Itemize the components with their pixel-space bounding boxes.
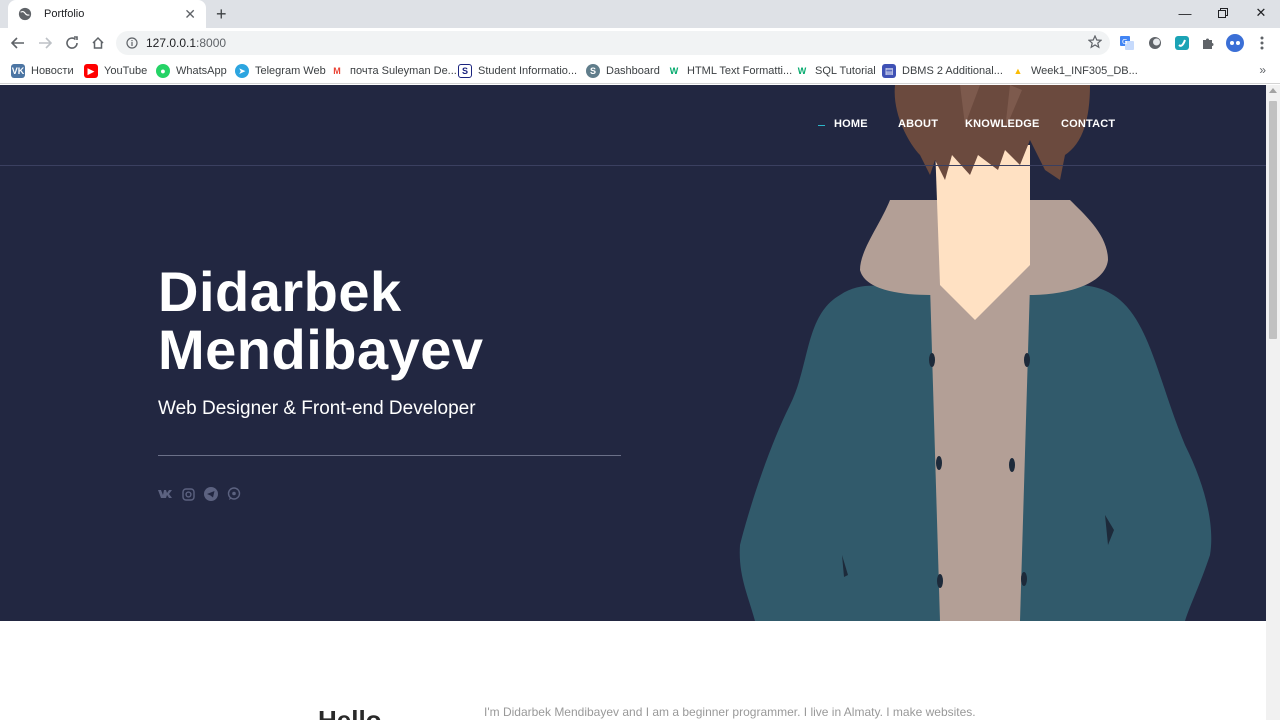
close-tab-icon[interactable]: ✕ <box>184 7 196 21</box>
puzzle-icon[interactable] <box>1199 34 1217 52</box>
w3schools-icon: W <box>667 64 681 78</box>
hero-name: Didarbek Mendibayev <box>158 263 484 379</box>
page-viewport: HOME ABOUT KNOWLEDGE CONTACT Didarbek Me… <box>0 85 1266 720</box>
nav-home[interactable]: HOME <box>834 118 868 130</box>
home-button[interactable] <box>88 33 108 53</box>
w3schools-icon: W <box>795 64 809 78</box>
translate-extension-icon[interactable]: G <box>1118 34 1136 52</box>
about-title: Hello <box>318 705 382 720</box>
tab-strip: Portfolio ✕ + — ✕ <box>0 0 1280 28</box>
restore-button[interactable] <box>1204 0 1242 26</box>
hero-section: HOME ABOUT KNOWLEDGE CONTACT Didarbek Me… <box>0 85 1266 621</box>
google-drive-icon: ▲ <box>1011 64 1025 78</box>
reload-icon <box>66 36 78 49</box>
restore-icon <box>1218 8 1228 18</box>
bookmark-item[interactable]: ➤ Telegram Web <box>235 63 326 79</box>
arrow-left-icon <box>11 37 24 49</box>
whatsapp-icon: ● <box>156 64 170 78</box>
bookmark-item[interactable]: ▤ DBMS 2 Additional... <box>882 63 1003 79</box>
bookmark-item[interactable]: ▲ Week1_INF305_DB... <box>1011 63 1138 79</box>
nav-about[interactable]: ABOUT <box>898 118 938 130</box>
bookmark-item[interactable]: W HTML Text Formatti... <box>667 63 792 79</box>
more-bookmarks-button[interactable]: » <box>1259 63 1266 77</box>
bookmark-item[interactable]: Mпочта Suleyman De... <box>330 63 457 79</box>
gmail-icon: M <box>330 64 344 78</box>
tab-title: Portfolio <box>44 8 85 20</box>
more-vert-icon[interactable] <box>1253 34 1271 52</box>
telegram-icon[interactable] <box>204 487 218 501</box>
scrollbar-thumb[interactable] <box>1269 101 1277 339</box>
bookmark-item[interactable]: S Student Informatio... <box>458 63 577 79</box>
nav-knowledge[interactable]: KNOWLEDGE <box>965 118 1040 130</box>
bookmark-item[interactable]: ● WhatsApp <box>156 63 227 79</box>
arrow-right-icon <box>39 37 52 49</box>
hero-name-line2: Mendibayev <box>158 318 484 381</box>
profile-avatar[interactable] <box>1226 34 1244 52</box>
header-divider <box>0 165 1266 166</box>
whatsapp-icon[interactable] <box>227 487 241 501</box>
home-icon <box>92 36 104 49</box>
forward-button[interactable] <box>35 33 55 53</box>
svg-text:G: G <box>1122 38 1127 46</box>
vk-icon: VK <box>11 64 25 78</box>
about-text: I'm Didarbek Mendibayev and I am a begin… <box>484 705 976 719</box>
close-window-button[interactable]: ✕ <box>1242 0 1280 26</box>
bookmark-item[interactable]: S Dashboard <box>586 63 660 79</box>
social-links <box>158 487 241 501</box>
tab-portfolio[interactable]: Portfolio ✕ <box>8 0 206 28</box>
back-button[interactable] <box>8 33 28 53</box>
bookmark-item[interactable]: W SQL Tutorial <box>795 63 876 79</box>
address-bar[interactable]: 127.0.0.1:8000 <box>116 31 1110 55</box>
about-section: Hello I'm Didarbek Mendibayev and I am a… <box>0 621 1266 720</box>
browser-toolbar: 127.0.0.1:8000 G <box>0 28 1280 58</box>
bookmark-item[interactable]: ▶ YouTube <box>84 63 147 79</box>
telegram-icon: ➤ <box>235 64 249 78</box>
nav-contact[interactable]: CONTACT <box>1061 118 1115 130</box>
hero-divider-line <box>158 455 621 456</box>
active-indicator <box>818 125 825 126</box>
new-tab-button[interactable]: + <box>216 4 227 24</box>
bookmarks-bar: VK Новости ▶ YouTube ● WhatsApp ➤ Telegram W… <box>0 58 1280 84</box>
info-icon[interactable] <box>126 37 138 49</box>
url-text: 127.0.0.1:8000 <box>146 36 227 50</box>
hero-subtitle: Web Designer & Front-end Developer <box>158 398 476 419</box>
bookmark-item[interactable]: VK Новости <box>11 63 74 79</box>
globe-icon <box>18 7 32 21</box>
circle-extension-icon[interactable] <box>1146 34 1164 52</box>
instagram-icon[interactable] <box>181 487 195 501</box>
vk-icon[interactable] <box>158 487 172 501</box>
sdu-icon: S <box>458 64 472 78</box>
youtube-icon: ▶ <box>84 64 98 78</box>
reload-button[interactable] <box>62 33 82 53</box>
main-nav: HOME ABOUT KNOWLEDGE CONTACT <box>0 118 1266 134</box>
green-extension-icon[interactable] <box>1173 34 1191 52</box>
minimize-button[interactable]: — <box>1166 0 1204 26</box>
bookmark-star-icon[interactable] <box>1088 35 1102 49</box>
scroll-up-arrow-icon[interactable] <box>1269 88 1277 93</box>
dashboard-icon: S <box>586 64 600 78</box>
hero-name-line1: Didarbek <box>158 260 402 323</box>
forms-icon: ▤ <box>882 64 896 78</box>
page-scrollbar[interactable] <box>1266 85 1280 720</box>
